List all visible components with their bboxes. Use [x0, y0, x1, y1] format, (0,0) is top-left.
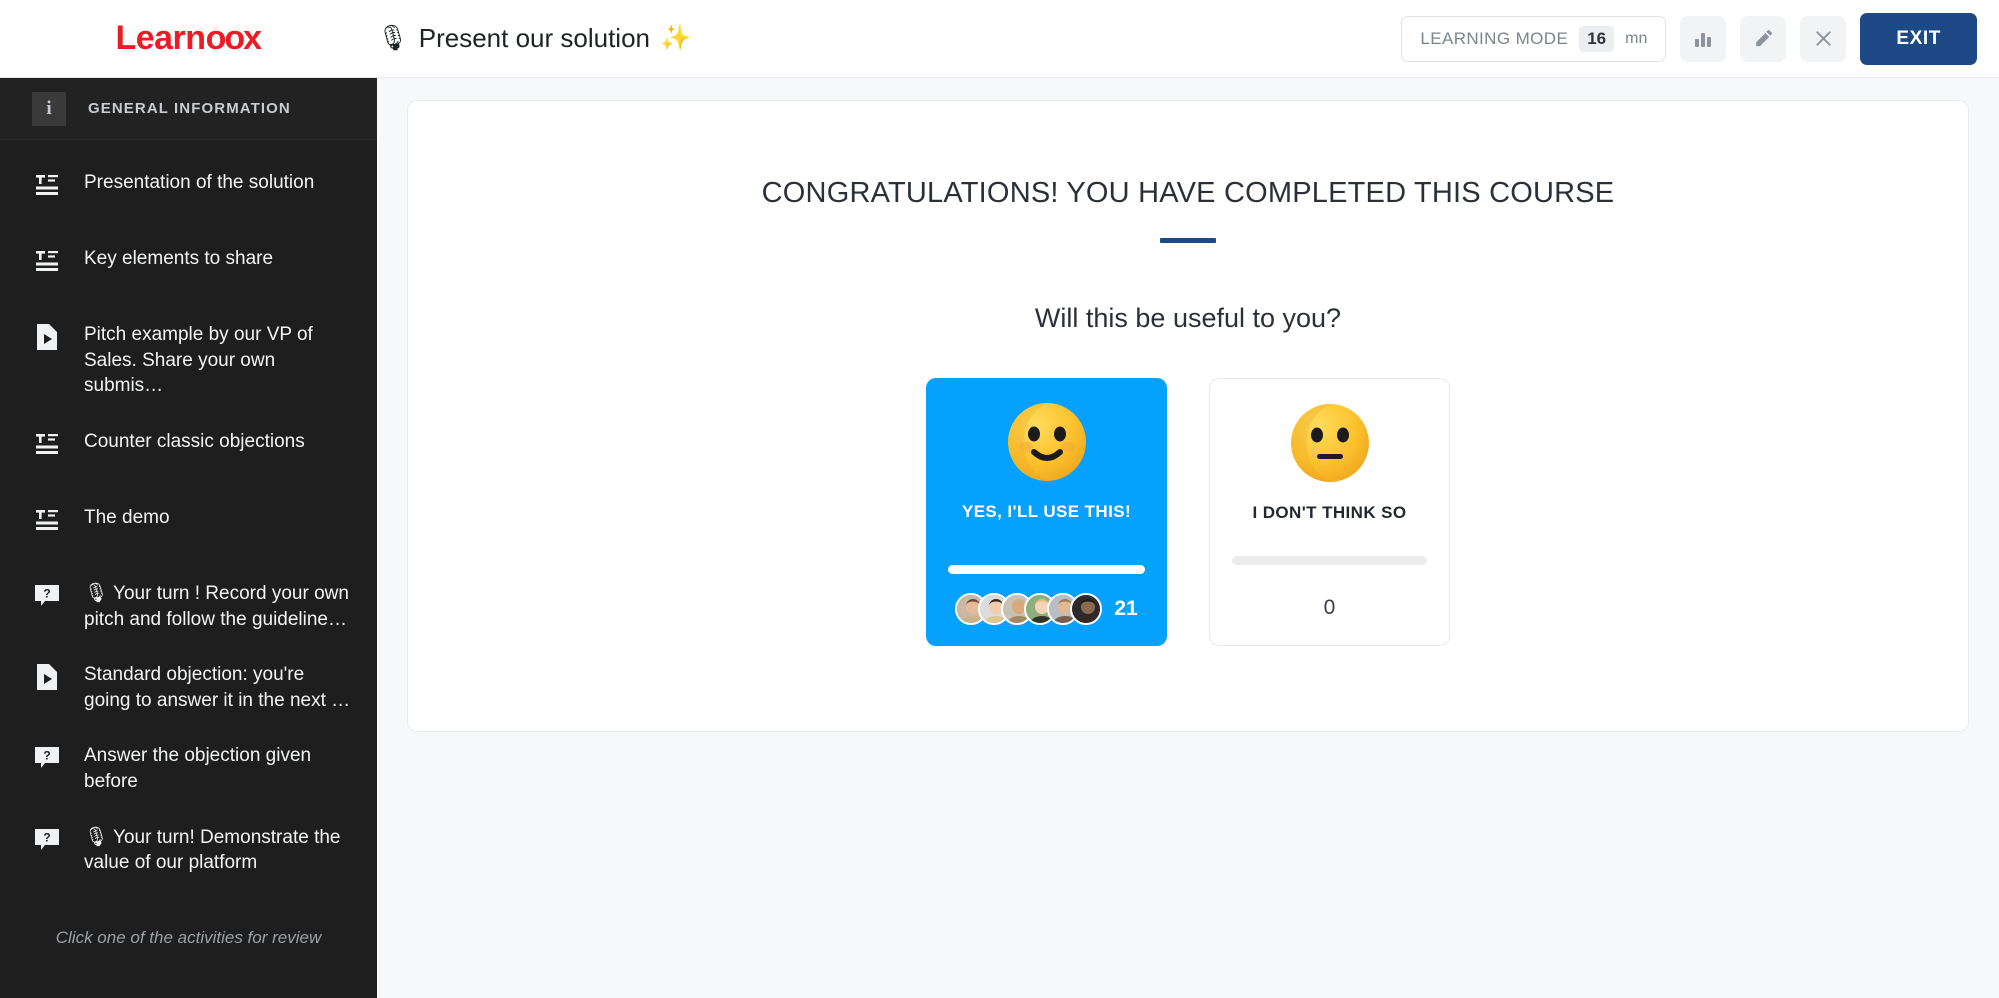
sidebar-item-4[interactable]: The demo	[0, 489, 377, 565]
page-title: CONGRATULATIONS! YOU HAVE COMPLETED THIS…	[761, 177, 1615, 209]
poll-options: YES, I'LL USE THIS! 21 I DON'T THINK SO 0	[926, 378, 1450, 646]
info-icon: i	[32, 91, 66, 126]
document-title: 🎙 Present our solution ✨	[377, 23, 691, 54]
sidebar-item-2[interactable]: Pitch example by our VP of Sales. Share …	[0, 306, 377, 413]
sidebar-header-label: GENERAL INFORMATION	[88, 100, 291, 117]
poll-option-count-row: 0	[1232, 591, 1427, 625]
question-bubble-icon: ?	[32, 743, 62, 773]
question-bubble-icon: ?	[32, 581, 62, 611]
learning-mode-unit: mn	[1625, 29, 1648, 47]
sidebar-item-label: 🎙 Your turn ! Record your own pitch and …	[84, 582, 349, 630]
microphone-icon: 🎙	[377, 24, 409, 52]
statistics-button[interactable]	[1680, 15, 1727, 62]
text-block-icon	[32, 429, 62, 459]
bar-chart-icon	[1695, 32, 1712, 47]
video-file-icon	[32, 662, 62, 692]
logo-text-a: Learn	[115, 19, 206, 57]
text-block-icon	[32, 170, 62, 200]
sidebar-item-6[interactable]: Standard objection: you're going to answ…	[0, 646, 377, 727]
poll-option-card-0[interactable]: YES, I'LL USE THIS! 21	[926, 378, 1167, 646]
neutral-face	[1290, 404, 1369, 482]
sidebar-item-label: Answer the objection given before	[84, 745, 312, 793]
learning-mode-label: LEARNING MODE	[1420, 28, 1569, 48]
logo-text-oo: oo	[205, 19, 246, 57]
sidebar-footer-hint: Click one of the activities for review	[55, 928, 322, 947]
close-icon	[1815, 31, 1831, 46]
slightly-smiling-face	[1007, 403, 1086, 481]
poll-option-count-row: 21	[948, 592, 1145, 626]
text-block-icon	[32, 246, 62, 276]
top-bar-controls: LEARNING MODE 16 mn EXIT	[1401, 12, 1999, 65]
sidebar-header[interactable]: i GENERAL INFORMATION	[0, 78, 377, 140]
sidebar-item-label: Key elements to share	[84, 248, 274, 269]
close-button[interactable]	[1800, 15, 1847, 62]
voter-avatars	[955, 593, 1103, 625]
poll-question: Will this be useful to you?	[1034, 303, 1342, 333]
learning-mode-pill[interactable]: LEARNING MODE 16 mn	[1401, 15, 1667, 62]
sidebar-item-8[interactable]: ? 🎙 Your turn! Demonstrate the value of o…	[0, 809, 377, 890]
svg-text:?: ?	[43, 749, 50, 763]
learning-mode-duration: 16	[1579, 25, 1615, 52]
poll-option-count: 0	[1323, 596, 1336, 619]
question-bubble-icon: ?	[32, 825, 62, 855]
text-block-icon	[32, 505, 62, 535]
completion-panel: CONGRATULATIONS! YOU HAVE COMPLETED THIS…	[407, 100, 1969, 732]
sidebar-item-label: Counter classic objections	[84, 430, 305, 452]
poll-option-progress-bar	[1232, 556, 1427, 565]
app-body: i GENERAL INFORMATION Presentation of th…	[0, 78, 1999, 998]
avatar	[1070, 593, 1103, 625]
poll-option-progress-bar	[948, 565, 1145, 574]
sidebar-item-7[interactable]: ? Answer the objection given before	[0, 727, 377, 808]
sidebar-item-label: Presentation of the solution	[84, 172, 315, 193]
logo-text-b: x	[243, 19, 262, 57]
sidebar-activity-list: Presentation of the solution Key elements…	[0, 140, 377, 890]
svg-text:?: ?	[43, 586, 50, 600]
poll-option-card-1[interactable]: I DON'T THINK SO 0	[1209, 378, 1450, 646]
sidebar-item-label: Pitch example by our VP of Sales. Share …	[84, 324, 313, 397]
video-file-icon	[32, 322, 62, 352]
sidebar-item-0[interactable]: Presentation of the solution	[0, 154, 377, 230]
sidebar: i GENERAL INFORMATION Presentation of th…	[0, 78, 377, 998]
sidebar-item-3[interactable]: Counter classic objections	[0, 413, 377, 489]
edit-button[interactable]	[1740, 15, 1787, 62]
svg-text:?: ?	[43, 830, 50, 844]
poll-option-count: 21	[1114, 597, 1138, 620]
sidebar-item-1[interactable]: Key elements to share	[0, 230, 377, 306]
app-logo[interactable]: Learn oo x	[0, 19, 377, 58]
poll-option-label: I DON'T THINK SO	[1252, 503, 1407, 522]
sparkles-icon: ✨	[660, 24, 692, 52]
pencil-icon	[1756, 30, 1772, 47]
sidebar-item-5[interactable]: ? 🎙 Your turn ! Record your own pitch and…	[0, 565, 377, 646]
top-bar: Learn oo x 🎙 Present our solution ✨ LEARNI…	[0, 0, 1999, 78]
main-content: CONGRATULATIONS! YOU HAVE COMPLETED THIS…	[377, 78, 1999, 998]
document-title-text: Present our solution	[418, 23, 650, 53]
exit-button[interactable]: EXIT	[1860, 12, 1977, 65]
sidebar-item-label: Standard objection: you're going to answ…	[84, 664, 351, 711]
sidebar-item-label: The demo	[84, 506, 170, 528]
title-underline	[1160, 238, 1216, 243]
sidebar-item-label: 🎙 Your turn! Demonstrate the value of ou…	[84, 826, 341, 874]
poll-option-label: YES, I'LL USE THIS!	[961, 502, 1132, 521]
